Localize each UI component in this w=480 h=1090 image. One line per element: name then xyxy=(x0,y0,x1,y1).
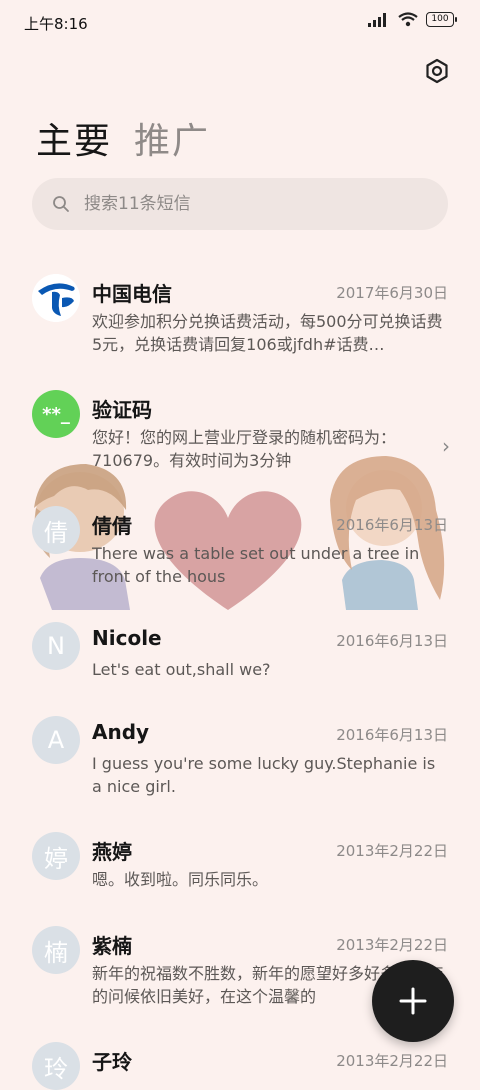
contact-name: 验证码 xyxy=(92,398,152,422)
contact-name: 中国电信 xyxy=(92,282,172,306)
message-preview: 您好！您的网上营业厅登录的随机密码为：710679。有效时间为3分钟 xyxy=(92,428,397,470)
contact-name: 子玲 xyxy=(92,1050,132,1074)
avatar: 倩 xyxy=(32,506,80,554)
status-time: 上午8:16 xyxy=(24,15,88,33)
conversation-item[interactable]: 倩 倩倩 2016年6月13日 There was a table set ou… xyxy=(0,490,480,600)
message-date: 2016年6月13日 xyxy=(336,632,448,650)
message-date: 2013年2月22日 xyxy=(336,1052,448,1070)
message-date: 2017年6月30日 xyxy=(336,284,448,302)
message-date: 2016年6月13日 xyxy=(336,516,448,534)
signal-icon xyxy=(368,12,386,27)
message-preview: 欢迎参加积分兑换话费活动，每500分可兑换话费5元，兑换话费请回复106或jfd… xyxy=(92,312,443,354)
message-date: 2013年2月22日 xyxy=(336,842,448,860)
contact-name: Nicole xyxy=(92,626,162,650)
conversation-item[interactable]: A Andy 2016年6月13日 I guess you're some lu… xyxy=(0,700,480,810)
wifi-icon xyxy=(398,12,418,27)
settings-icon xyxy=(426,58,448,84)
settings-button[interactable] xyxy=(420,54,454,88)
tab-primary[interactable]: 主要 xyxy=(36,112,112,164)
contact-name: Andy xyxy=(92,720,150,744)
avatar: 楠 xyxy=(32,926,80,974)
status-icons: 100 xyxy=(368,12,457,27)
message-date: 2016年6月13日 xyxy=(336,726,448,744)
contact-name: 倩倩 xyxy=(92,514,132,538)
message-preview: I guess you're some lucky guy.Stephanie … xyxy=(92,754,436,796)
conversation-item[interactable]: 中国电信 2017年6月30日 欢迎参加积分兑换话费活动，每500分可兑换话费5… xyxy=(0,258,480,368)
china-telecom-logo-icon xyxy=(32,274,80,322)
conversation-item[interactable]: **_ 验证码 您好！您的网上营业厅登录的随机密码为：710679。有效时间为3… xyxy=(0,374,480,484)
status-bar: 上午8:16 100 xyxy=(0,0,480,46)
avatar xyxy=(32,274,80,322)
contact-name: 紫楠 xyxy=(92,934,132,958)
avatar: 婷 xyxy=(32,832,80,880)
search-input[interactable] xyxy=(82,193,406,215)
search-icon xyxy=(53,196,69,212)
chevron-right-icon[interactable]: › xyxy=(442,434,450,458)
contact-name: 燕婷 xyxy=(92,840,132,864)
message-preview: There was a table set out under a tree i… xyxy=(92,544,420,586)
message-preview: Let's eat out,shall we? xyxy=(92,660,271,679)
plus-icon xyxy=(399,987,427,1015)
category-tabs: 主要 推广 xyxy=(36,112,210,164)
avatar: **_ xyxy=(32,390,80,438)
message-preview: 嗯。收到啦。同乐同乐。 xyxy=(92,870,269,889)
new-message-button[interactable] xyxy=(372,960,454,1042)
message-date: 2013年2月22日 xyxy=(336,936,448,954)
avatar: 玲 xyxy=(32,1042,80,1090)
tab-promotions[interactable]: 推广 xyxy=(134,112,210,164)
avatar: N xyxy=(32,622,80,670)
battery-indicator: 100 xyxy=(426,12,457,27)
avatar: A xyxy=(32,716,80,764)
search-bar[interactable] xyxy=(32,178,448,230)
